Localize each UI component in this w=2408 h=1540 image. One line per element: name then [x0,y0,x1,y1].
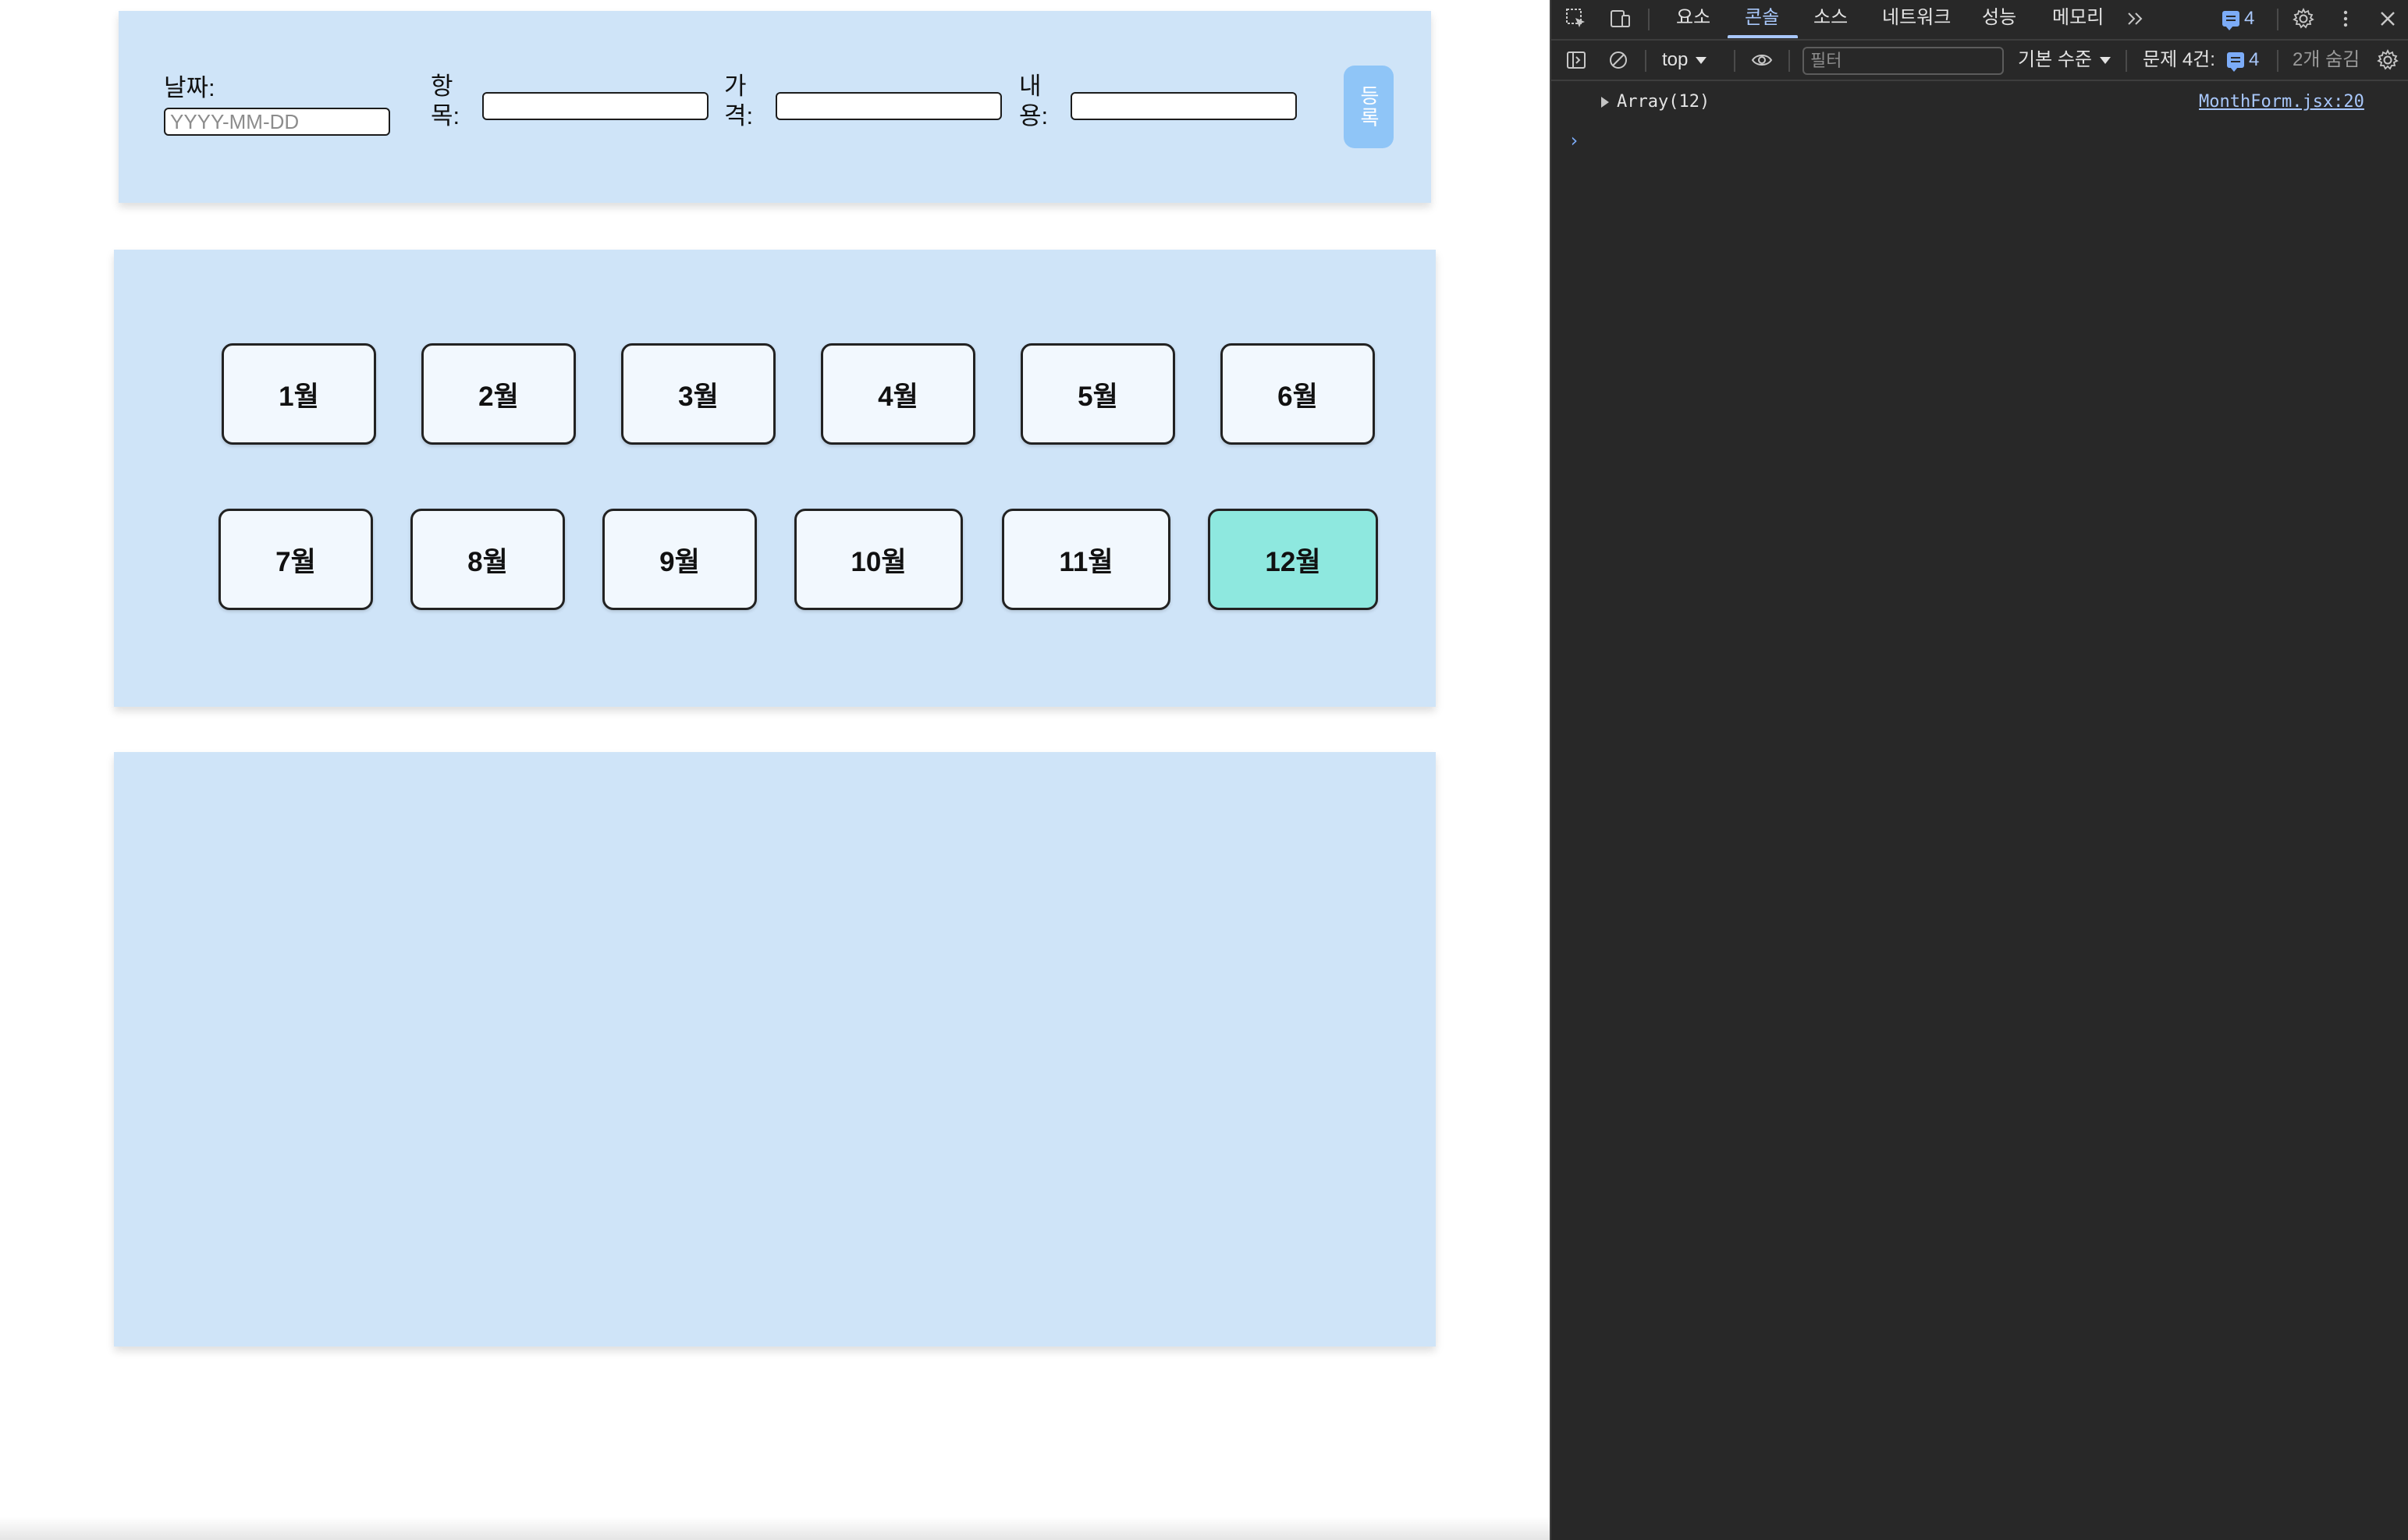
submit-button[interactable]: 등록 [1344,66,1394,148]
expand-arrow-icon[interactable] [1601,96,1609,108]
toolbar-issues-count: 4 [2249,49,2260,70]
item-label: 항 목: [431,73,460,130]
tab-elements[interactable]: 요소 [1676,6,1710,30]
entry-form: 날짜: 항 목: 가 격: 내 용: 등록 [119,11,1431,203]
month-button-1[interactable]: 1월 [222,343,376,445]
content-label: 내 용: [1019,73,1049,130]
console-filter-input[interactable] [1802,47,2004,75]
divider [1645,50,1646,72]
month-button-12-selected[interactable]: 12월 [1208,509,1378,610]
divider [1788,50,1790,72]
log-level-value: 기본 수준 [2018,49,2092,70]
issues-label: 문제 4건: [2143,49,2215,70]
sidebar-toggle-icon[interactable] [1563,47,1589,73]
month-button-8[interactable]: 8월 [410,509,565,610]
live-expression-eye-icon[interactable] [1749,47,1775,73]
content-input[interactable] [1071,92,1297,120]
tab-sources[interactable]: 소스 [1813,6,1848,30]
tab-console[interactable]: 콘솔 [1745,6,1779,30]
month-button-4[interactable]: 4월 [821,343,975,445]
chevron-down-icon [1696,57,1707,65]
chevron-down-icon [2100,57,2111,65]
hidden-messages-count: 2개 숨김 [2293,49,2360,70]
price-input[interactable] [776,92,1002,120]
console-settings-gear-icon[interactable] [2374,47,2401,73]
issues-counter[interactable]: 4 [2222,8,2254,30]
divider [2277,50,2278,72]
month-button-11[interactable]: 11월 [1002,509,1170,610]
month-button-5[interactable]: 5월 [1021,343,1175,445]
month-button-6[interactable]: 6월 [1220,343,1375,445]
context-value: top [1662,49,1689,70]
month-button-3[interactable]: 3월 [621,343,776,445]
divider [2126,50,2127,72]
month-button-9[interactable]: 9월 [602,509,757,610]
log-entry-text: Array(12) [1617,92,1710,112]
log-level-dropdown[interactable]: 기본 수준 [2018,48,2111,72]
tab-performance[interactable]: 성능 [1982,6,2016,30]
month-button-2[interactable]: 2월 [421,343,576,445]
date-label: 날짜: [164,74,215,101]
log-source-link[interactable]: MonthForm.jsx:20 [2199,92,2364,112]
toolbar-issues-badge[interactable]: 4 [2227,49,2260,72]
active-tab-indicator [1728,35,1798,38]
inspect-element-icon[interactable] [1563,5,1589,32]
console-log-entry[interactable]: Array(12) [1601,92,1710,112]
message-icon [2227,52,2244,72]
close-icon[interactable] [2374,5,2401,32]
context-selector[interactable]: top [1662,48,1707,72]
more-tabs-icon[interactable] [2122,5,2149,32]
divider [1734,50,1735,72]
expense-list [114,752,1436,1347]
divider [1648,9,1650,30]
month-button-7[interactable]: 7월 [218,509,373,610]
settings-gear-icon[interactable] [2290,5,2317,32]
tab-memory[interactable]: 메모리 [2052,6,2104,30]
issues-count: 4 [2244,8,2255,29]
month-button-10[interactable]: 10월 [794,509,963,610]
date-input[interactable] [164,108,390,136]
console-prompt[interactable]: › [1568,130,1579,151]
month-selector: 1월 2월 3월 4월 5월 6월 7월 8월 9월 10월 11월 12월 [114,250,1436,707]
clear-console-icon[interactable] [1605,47,1632,73]
device-toolbar-icon[interactable] [1607,5,1633,32]
tab-network[interactable]: 네트워크 [1882,6,1951,30]
item-input[interactable] [482,92,709,120]
more-options-icon[interactable] [2332,5,2359,32]
devtools-panel [1550,0,2408,1540]
web-page: 날짜: 항 목: 가 격: 내 용: 등록 1월 2월 3월 4월 5월 6월 … [0,0,1550,1540]
divider [2277,9,2278,30]
price-label: 가 격: [724,73,754,130]
message-icon [2222,11,2239,30]
